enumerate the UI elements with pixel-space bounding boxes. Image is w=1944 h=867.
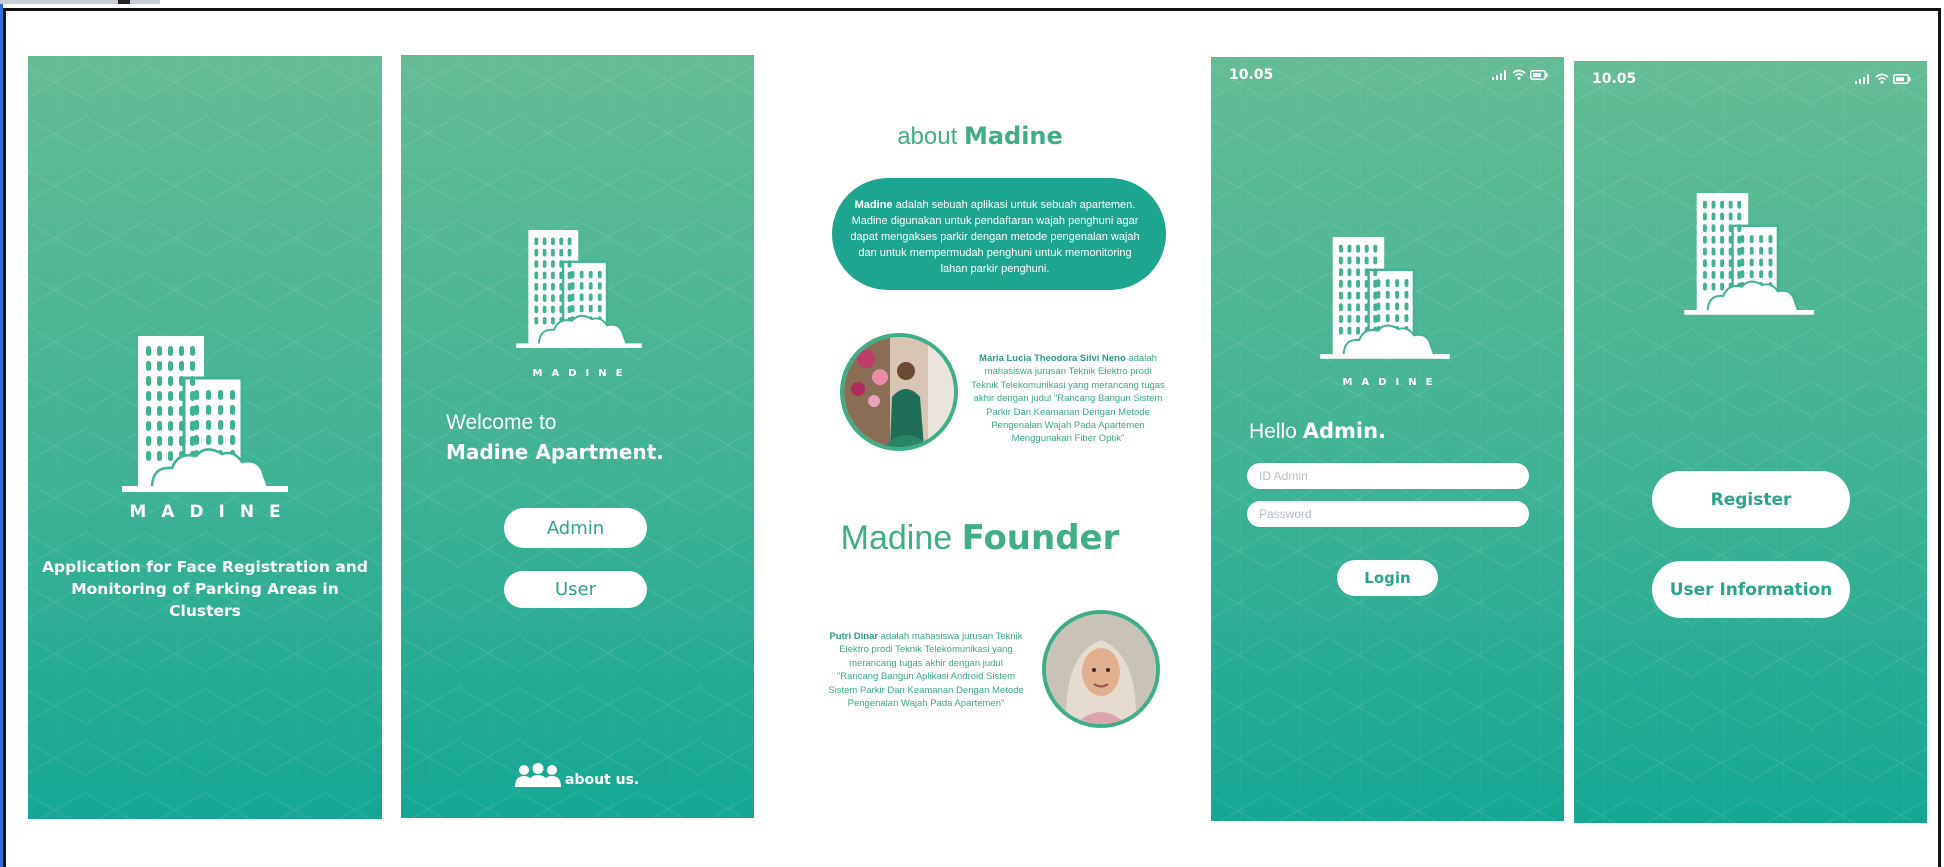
signal-icon	[1855, 73, 1869, 84]
building-logo-icon	[1684, 193, 1814, 321]
welcome-line: Welcome to	[446, 411, 557, 434]
splash-screen: MADINE Application for Face Registration…	[28, 56, 382, 819]
building-logo-icon	[516, 230, 642, 354]
wifi-icon	[1512, 69, 1526, 80]
founder-text-2: adalah mahasiswa jurusan Teknik Elektro …	[828, 631, 1024, 710]
hello-word: Hello	[1249, 420, 1297, 443]
battery-icon	[1893, 73, 1911, 84]
founder-title-prefix: Madine	[840, 519, 953, 557]
status-time: 10.05	[1229, 67, 1274, 83]
founder-text-1: adalah mahasiswa jurusan Teknik Elektro …	[971, 353, 1165, 445]
user-button[interactable]: User	[504, 571, 647, 608]
welcome-title: Madine Apartment.	[446, 440, 664, 464]
user-information-button[interactable]: User Information	[1652, 561, 1850, 618]
people-icon	[515, 763, 561, 787]
brand-wordmark: MADINE	[129, 502, 296, 522]
wifi-icon	[1875, 73, 1889, 84]
admin-login-screen: 10.05 MADINE Hello Admin. Login	[1211, 57, 1564, 821]
about-desc-brand: Madine	[854, 199, 893, 211]
building-icon	[122, 336, 288, 492]
founder-name-2: Putri Dinar	[829, 631, 879, 642]
about-title-prefix: about	[897, 123, 958, 150]
user-menu-screen: 10.05 Register User Information	[1574, 61, 1927, 823]
about-us-label: about us.	[565, 772, 640, 788]
register-button[interactable]: Register	[1652, 471, 1850, 528]
founder-bio-2: Putri Dinar adalah mahasiswa jurusan Tek…	[828, 630, 1024, 710]
app-tagline: Application for Face Registration and Mo…	[42, 558, 368, 620]
about-title: about Madine	[760, 122, 1200, 151]
founder-title: Madine Founder	[760, 518, 1200, 558]
login-button[interactable]: Login	[1337, 560, 1438, 596]
status-bar-icons	[1492, 69, 1548, 80]
founder-title-bold: Founder	[961, 518, 1120, 558]
founder-photo-2	[1042, 610, 1160, 728]
about-desc-text: adalah sebuah aplikasi untuk sebuah apar…	[850, 199, 1140, 275]
founder-bio-1: Maria Lucia Theodora Silvi Neno adalah m…	[970, 352, 1166, 446]
building-logo-icon	[1320, 237, 1450, 365]
building-icon	[1320, 237, 1450, 359]
toolbar-strip	[0, 0, 160, 4]
password-field[interactable]	[1247, 501, 1529, 527]
signal-icon	[1492, 69, 1506, 80]
id-admin-field[interactable]	[1247, 463, 1529, 489]
about-panel: about Madine Madine adalah sebuah aplika…	[760, 100, 1200, 760]
hello-admin: Admin.	[1302, 419, 1386, 443]
status-time: 10.05	[1592, 71, 1637, 87]
admin-button[interactable]: Admin	[504, 508, 647, 548]
brand-wordmark: MADINE	[532, 368, 632, 379]
status-bar-icons	[1855, 73, 1911, 84]
building-logo-icon	[122, 336, 288, 500]
welcome-screen: MADINE Welcome to Madine Apartment. Admi…	[401, 55, 754, 818]
building-icon	[516, 230, 642, 348]
hello-heading: Hello Admin.	[1249, 419, 1386, 444]
founder-name-1: Maria Lucia Theodora Silvi Neno	[979, 353, 1126, 364]
about-us-link[interactable]: about us.	[513, 763, 639, 789]
about-title-brand: Madine	[963, 122, 1063, 150]
about-description: Madine adalah sebuah aplikasi untuk sebu…	[832, 178, 1166, 290]
battery-icon	[1530, 69, 1548, 80]
brand-wordmark: MADINE	[1342, 377, 1442, 388]
founder-photo-1	[840, 333, 958, 451]
building-icon	[1684, 193, 1814, 315]
